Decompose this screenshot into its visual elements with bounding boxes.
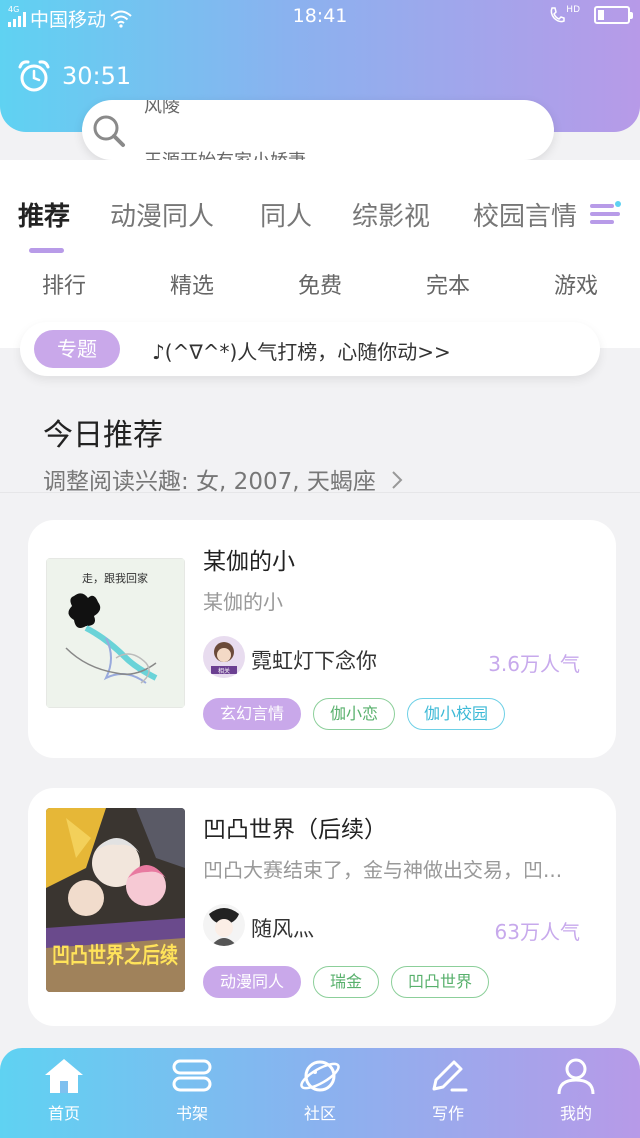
section-title: 今日推荐 [43, 418, 163, 453]
nav-label: 社区 [303, 1104, 336, 1123]
nav-label: 书架 [175, 1104, 208, 1123]
book-description: 某伽的小 [203, 590, 283, 614]
topic-banner[interactable]: 专题 ♪(^∇^*)人气打榜，心随你动>> [20, 322, 600, 376]
chevron-right-icon [392, 471, 403, 489]
tab-fanfic[interactable]: 同人 [260, 196, 312, 233]
search-icon [90, 112, 128, 154]
subtab-games[interactable]: 游戏 [512, 268, 640, 300]
nav-label: 首页 [47, 1104, 80, 1123]
nav-bookshelf[interactable]: 书架 [128, 1056, 256, 1124]
pen-icon [432, 1060, 468, 1092]
user-icon [557, 1058, 595, 1095]
topic-badge: 专题 [34, 330, 120, 368]
divider [0, 492, 640, 493]
reading-timer[interactable]: 30:51 [16, 58, 131, 94]
interest-settings-link[interactable]: 调整阅读兴趣: 女, 2007, 天蝎座 [43, 462, 405, 496]
tag-list: 玄幻言情 伽小恋 伽小校园 [203, 698, 506, 730]
status-bar: 4G 中国移动 18:41 HD [0, 0, 640, 34]
nav-home[interactable]: 首页 [0, 1056, 128, 1124]
home-icon [45, 1059, 83, 1093]
tag-chip[interactable]: 伽小校园 [407, 698, 506, 730]
subtab-ranking[interactable]: 排行 [0, 268, 128, 300]
nav-label: 写作 [431, 1104, 464, 1123]
tab-film-tv[interactable]: 综影视 [352, 196, 430, 233]
battery-icon [594, 6, 633, 24]
category-menu-button[interactable] [580, 188, 640, 238]
tab-recommend[interactable]: 推荐 [18, 196, 70, 233]
tag-chip[interactable]: 瑞金 [313, 966, 380, 998]
book-description: 凹凸大赛结束了，金与神做出交易，凹... [203, 858, 563, 882]
book-cover[interactable]: 走，跟我回家 [46, 558, 185, 708]
book-card[interactable]: 走，跟我回家 某伽的小 某伽的小 相关 霓虹灯下念你 3.6万人气 玄幻言情 伽… [28, 520, 616, 758]
book-title: 凹凸世界（后续） [203, 817, 387, 843]
search-hint-secondary: 王源开始有家小娇妻 [144, 147, 306, 160]
status-time: 18:41 [292, 5, 348, 27]
tab-anime-fanfic[interactable]: 动漫同人 [110, 196, 214, 233]
author-name[interactable]: 霓虹灯下念你 [251, 645, 377, 675]
category-tabs: 推荐 动漫同人 同人 综影视 校园言情 [0, 196, 640, 236]
avatar[interactable]: 相关 [203, 636, 245, 678]
avatar[interactable] [203, 904, 245, 946]
topic-text: ♪(^∇^*)人气打榜，心随你动>> [152, 340, 451, 364]
bookshelf-icon [172, 1059, 212, 1092]
cover-caption: 走，跟我回家 [82, 571, 148, 585]
popularity-count: 63万人气 [494, 920, 580, 944]
book-title: 某伽的小 [203, 549, 295, 575]
planet-icon [300, 1060, 340, 1092]
hd-label: HD [566, 5, 580, 15]
subtab-featured[interactable]: 精选 [128, 268, 256, 300]
avatar-caption: 相关 [218, 667, 230, 675]
timer-value: 30:51 [62, 62, 132, 90]
tag-list: 动漫同人 瑞金 凹凸世界 [203, 966, 490, 998]
tag-chip[interactable]: 玄幻言情 [203, 698, 302, 730]
nav-label: 我的 [559, 1104, 592, 1123]
tag-chip[interactable]: 伽小恋 [313, 698, 396, 730]
category-panel [0, 160, 640, 348]
status-right: HD [549, 5, 633, 24]
alarm-clock-icon [18, 60, 50, 92]
cover-caption: 凹凸世界之后续 [52, 943, 178, 969]
search-bar[interactable]: 风陵 王源开始有家小娇妻 [82, 100, 554, 160]
nav-community[interactable]: 社区 [256, 1056, 384, 1124]
subtab-completed[interactable]: 完本 [384, 268, 512, 300]
tab-campus-romance[interactable]: 校园言情 [473, 196, 577, 233]
tag-chip[interactable]: 凹凸世界 [391, 966, 490, 998]
bottom-nav: 首页 书架 社区 写作 我的 [0, 1048, 640, 1138]
nav-profile[interactable]: 我的 [512, 1056, 640, 1124]
menu-icon [590, 201, 621, 224]
nav-write[interactable]: 写作 [384, 1056, 512, 1124]
active-tab-indicator [29, 248, 64, 253]
book-cover[interactable]: 凹凸世界之后续 [46, 808, 185, 992]
hd-call-icon: HD [549, 5, 580, 24]
book-card[interactable]: 凹凸世界之后续 凹凸世界（后续） 凹凸大赛结束了，金与神做出交易，凹... 随风… [28, 788, 616, 1026]
tag-chip[interactable]: 动漫同人 [203, 966, 302, 998]
popularity-count: 3.6万人气 [488, 652, 580, 676]
search-hint-primary: 风陵 [144, 100, 180, 117]
author-name[interactable]: 随风灬 [251, 913, 314, 943]
subtab-free[interactable]: 免费 [256, 268, 384, 300]
